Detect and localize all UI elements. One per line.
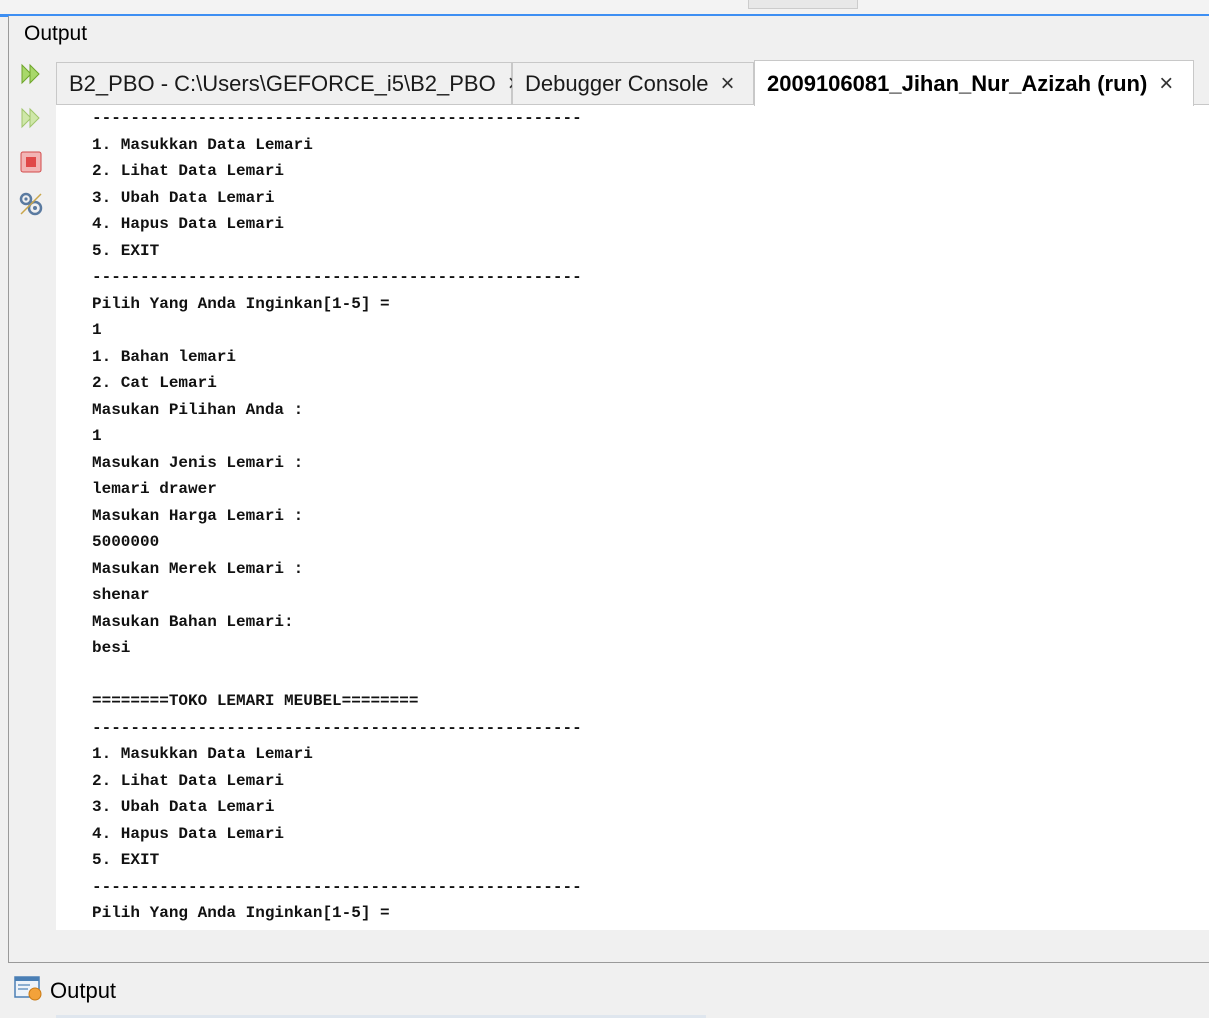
rerun-with-params-icon: [19, 106, 43, 130]
stop-icon: [20, 151, 42, 173]
output-toolbar: [12, 58, 52, 962]
console-line: Masukan Merek Lemari :: [92, 559, 304, 578]
console-line: ----------------------------------------…: [92, 109, 582, 127]
console-line: 5. EXIT: [92, 241, 160, 260]
cropped-toolbar-fragment: [748, 0, 858, 9]
console-line: 4. Hapus Data Lemari: [92, 824, 285, 843]
close-icon[interactable]: ×: [720, 70, 734, 98]
tab-label: 2009106081_Jihan_Nur_Azizah (run): [767, 70, 1148, 96]
console-line: 2. Lihat Data Lemari: [92, 771, 285, 790]
rerun-icon: [19, 62, 43, 86]
stop-button[interactable]: [14, 146, 48, 178]
console-line: ----------------------------------------…: [92, 718, 582, 737]
settings-icon: [18, 191, 44, 217]
tab-debugger-console[interactable]: Debugger Console ×: [512, 62, 754, 104]
tab-label: Debugger Console: [525, 70, 709, 96]
console-line: 3. Ubah Data Lemari: [92, 188, 275, 207]
bottom-output-label: Output: [50, 978, 117, 1003]
tab-b2-pbo[interactable]: B2_PBO - C:\Users\GEFORCE_i5\B2_PBO ×: [56, 62, 522, 104]
rerun-with-params-button[interactable]: [14, 102, 48, 134]
console-line: Pilih Yang Anda Inginkan[1-5] =: [92, 294, 390, 313]
console-line: 1: [92, 427, 102, 445]
tab-label: B2_PBO - C:\Users\GEFORCE_i5\B2_PBO: [69, 70, 496, 96]
console-line: Masukan Bahan Lemari:: [92, 612, 294, 631]
console-line: lemari drawer: [92, 480, 217, 498]
window-title: Output: [24, 22, 88, 45]
output-window-icon: [14, 975, 42, 1007]
console-line: 2. Lihat Data Lemari: [92, 162, 285, 180]
console-line: ----------------------------------------…: [92, 877, 582, 896]
console-output[interactable]: ----------------------------------------…: [56, 104, 1209, 930]
console-line: Masukan Pilihan Anda :: [92, 400, 304, 419]
console-line: 1. Masukkan Data Lemari: [92, 745, 313, 763]
rerun-button[interactable]: [14, 58, 48, 90]
console-line: 1. Bahan lemari: [92, 347, 237, 366]
tab-run-output[interactable]: 2009106081_Jihan_Nur_Azizah (run) ×: [754, 60, 1194, 106]
console-line: 1: [92, 321, 102, 339]
output-tabs: B2_PBO - C:\Users\GEFORCE_i5\B2_PBO × De…: [56, 60, 1209, 106]
console-line: ========TOKO LEMARI MEUBEL========: [92, 692, 419, 710]
console-line: 4. Hapus Data Lemari: [92, 215, 285, 233]
console-line: 2. Cat Lemari: [92, 374, 217, 392]
console-line: ----------------------------------------…: [92, 268, 582, 286]
console-line: 5. EXIT: [92, 851, 160, 869]
bottom-window-bar: Output: [0, 963, 1209, 1018]
console-line: Masukan Jenis Lemari :: [92, 453, 304, 472]
console-line: Masukan Harga Lemari :: [92, 506, 304, 525]
bottom-output-tab[interactable]: Output: [14, 975, 116, 1007]
console-line: 5000000: [92, 533, 160, 551]
console-line: Pilih Yang Anda Inginkan[1-5] =: [92, 904, 390, 922]
close-icon[interactable]: ×: [1159, 70, 1173, 98]
console-line: 3. Ubah Data Lemari: [92, 798, 275, 816]
console-line: 1. Masukkan Data Lemari: [92, 135, 313, 154]
console-line: besi: [92, 639, 131, 657]
console-line: shenar: [92, 586, 150, 604]
console-lines: ----------------------------------------…: [92, 105, 582, 927]
settings-button[interactable]: [14, 188, 48, 220]
